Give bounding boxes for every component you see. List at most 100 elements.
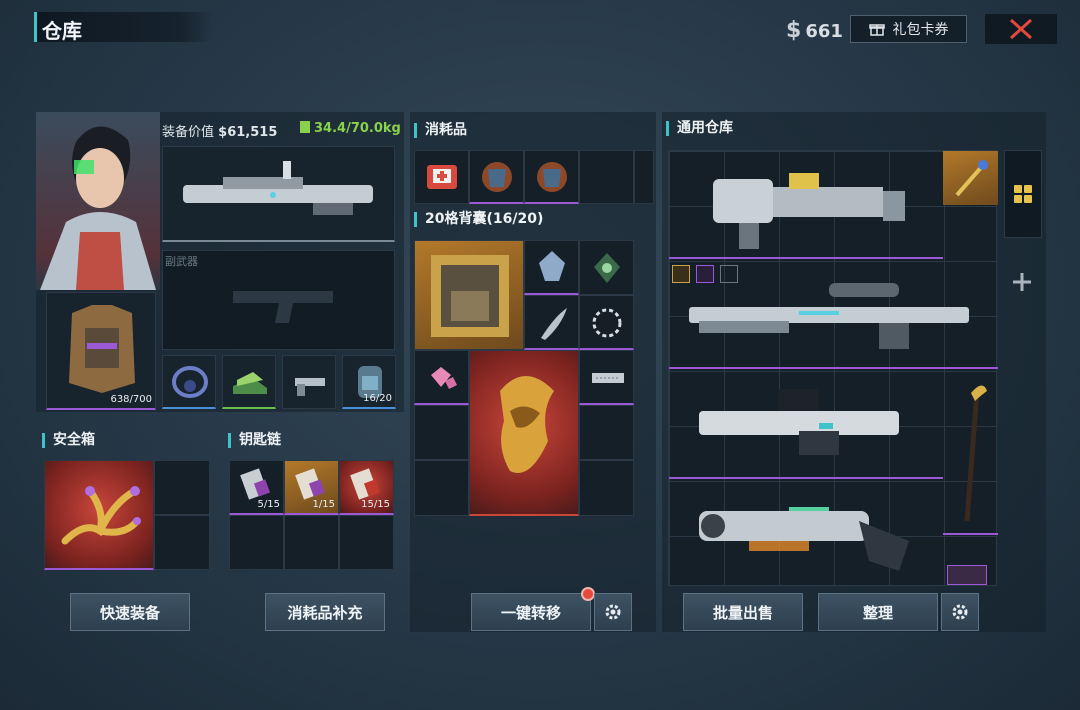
close-icon [1009, 18, 1033, 40]
gear-slot-backpack[interactable]: 16/20 [342, 355, 396, 409]
organize-settings-button[interactable] [941, 593, 979, 631]
backpack-durability: 16/20 [363, 393, 392, 404]
backpack-empty-cell[interactable] [414, 460, 469, 516]
backpack-empty-cell[interactable] [579, 460, 634, 516]
settings-gear-icon [952, 604, 968, 620]
key-item[interactable]: 5/15 [229, 460, 284, 515]
currency-value: 661 [805, 21, 843, 42]
gear-slot-shoes[interactable] [222, 355, 276, 409]
safe-box-item[interactable] [44, 460, 154, 570]
consumables-grid [414, 150, 654, 204]
backpack-grid [414, 240, 634, 516]
framed-painting-icon [431, 255, 509, 337]
revolver-image [699, 507, 909, 571]
primary-weapon-image [183, 161, 373, 215]
currency-display: $661 [786, 18, 843, 43]
backpack-item[interactable] [414, 350, 469, 405]
character-portrait[interactable] [36, 112, 160, 290]
shoes-icon [233, 372, 267, 394]
backpack-item-statue[interactable] [469, 350, 579, 516]
secondary-weapon-slot[interactable]: 副武器 [162, 250, 395, 350]
plus-icon [1013, 273, 1031, 291]
feather-icon [541, 308, 567, 340]
safe-box-cell[interactable] [154, 515, 210, 570]
safe-box-title: 安全箱 [42, 433, 95, 448]
harmonica-icon [592, 373, 624, 383]
cane-staff-image [964, 385, 987, 522]
safe-box-grid [44, 460, 210, 570]
storage-item-staff[interactable] [943, 371, 998, 535]
armor-slot[interactable]: 638/700 [46, 292, 156, 410]
quick-equip-button[interactable]: 快速装备 [70, 593, 190, 631]
storage-item-grenade-launcher[interactable] [669, 151, 943, 259]
key-empty-cell[interactable] [339, 515, 394, 570]
one-click-transfer-button[interactable]: 一键转移 [471, 593, 591, 631]
gem-icon [431, 367, 457, 389]
sniper-rifle-image [689, 283, 969, 349]
key-empty-cell[interactable] [229, 515, 284, 570]
storage-item-staff-small[interactable] [943, 151, 998, 205]
storage-item-sniper-rifle[interactable] [669, 261, 998, 369]
golden-branch-icon [61, 486, 141, 545]
backpack-item[interactable] [579, 240, 634, 295]
key-empty-cell[interactable] [284, 515, 339, 570]
consumables-title: 消耗品 [414, 123, 467, 138]
bracelet-icon [592, 308, 622, 338]
gift-card-button[interactable]: 礼包卡券 [850, 15, 967, 43]
general-storage-grid [668, 150, 998, 586]
backpack-item-painting[interactable] [414, 240, 524, 350]
gear-slot-pistol[interactable] [282, 355, 336, 409]
backpack-item[interactable] [524, 240, 579, 295]
key-item[interactable]: 1/15 [284, 460, 339, 515]
close-button[interactable] [985, 14, 1057, 44]
gift-icon [868, 24, 885, 36]
consumable-item[interactable] [469, 150, 524, 204]
key-item[interactable]: 15/15 [339, 460, 394, 515]
carry-weight: 34.4/70.0kg [300, 121, 401, 136]
add-storage-button[interactable] [1010, 268, 1034, 301]
storage-item-partial[interactable] [947, 565, 987, 585]
backpack-item[interactable] [579, 295, 634, 350]
medkit-icon [427, 165, 457, 189]
keychain-title: 钥匙链 [228, 433, 281, 448]
key-count: 1/15 [312, 499, 335, 510]
golden-statue-icon [500, 376, 554, 473]
page-title: 仓库 [42, 19, 82, 43]
gift-card-label: 礼包卡券 [892, 22, 949, 38]
secondary-weapon-label: 副武器 [165, 255, 198, 268]
key-count: 5/15 [257, 499, 280, 510]
backpack-empty-cell[interactable] [414, 405, 469, 460]
emblem-icon [539, 251, 565, 281]
equipment-value-amount: $61,515 [218, 125, 278, 140]
backpack-item[interactable] [579, 350, 634, 405]
consumable-empty-cell[interactable] [634, 150, 654, 204]
gear-slot-mask[interactable] [162, 355, 216, 409]
dollar-icon: $ [786, 18, 802, 43]
refill-consumables-button[interactable]: 消耗品补充 [265, 593, 385, 631]
armor-kit-icon [537, 162, 567, 192]
armor-kit-icon [482, 162, 512, 192]
backpack-empty-cell[interactable] [579, 405, 634, 460]
storage-item-revolver[interactable] [669, 481, 943, 585]
grid-view-icon [1014, 185, 1032, 203]
ornate-key-icon [955, 160, 988, 197]
storage-view-tab[interactable] [1004, 150, 1042, 238]
grenade-launcher-image [713, 173, 905, 249]
pistol-icon [295, 378, 325, 396]
weight-icon [300, 121, 310, 133]
primary-weapon-slot[interactable] [162, 146, 395, 242]
storage-item-shotgun[interactable] [669, 371, 943, 479]
consumable-empty-cell[interactable] [579, 150, 634, 204]
settings-gear-icon [605, 604, 621, 620]
gas-mask-icon [172, 366, 208, 398]
equipment-value: 装备价值 $61,515 [162, 125, 278, 140]
consumable-item[interactable] [414, 150, 469, 204]
consumable-item[interactable] [524, 150, 579, 204]
general-storage-title: 通用仓库 [666, 121, 733, 136]
organize-button[interactable]: 整理 [818, 593, 938, 631]
character-avatar [40, 126, 156, 290]
backpack-item[interactable] [524, 295, 579, 350]
safe-box-cell[interactable] [154, 460, 210, 515]
transfer-settings-button[interactable] [594, 593, 632, 631]
bulk-sell-button[interactable]: 批量出售 [683, 593, 803, 631]
